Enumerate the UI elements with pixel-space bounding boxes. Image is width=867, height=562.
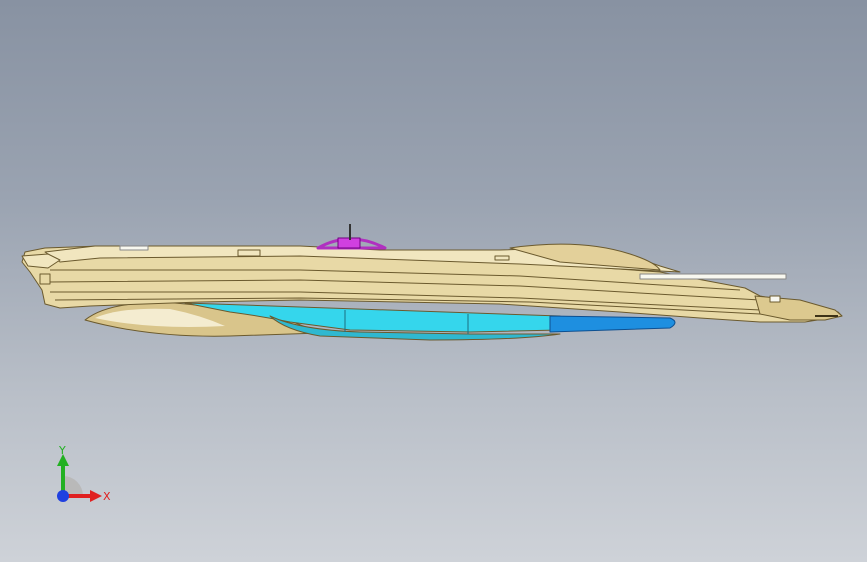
coordinate-triad: Y X [57, 444, 111, 503]
cad-model[interactable] [0, 0, 867, 562]
x-axis-head [90, 490, 102, 502]
x-axis-label: X [103, 490, 111, 503]
z-axis-dot [57, 490, 69, 502]
blue-tank [549, 315, 676, 333]
y-axis-label: Y [58, 444, 66, 457]
antenna-rail [639, 273, 787, 280]
graphics-viewport[interactable]: Y X [0, 0, 867, 562]
